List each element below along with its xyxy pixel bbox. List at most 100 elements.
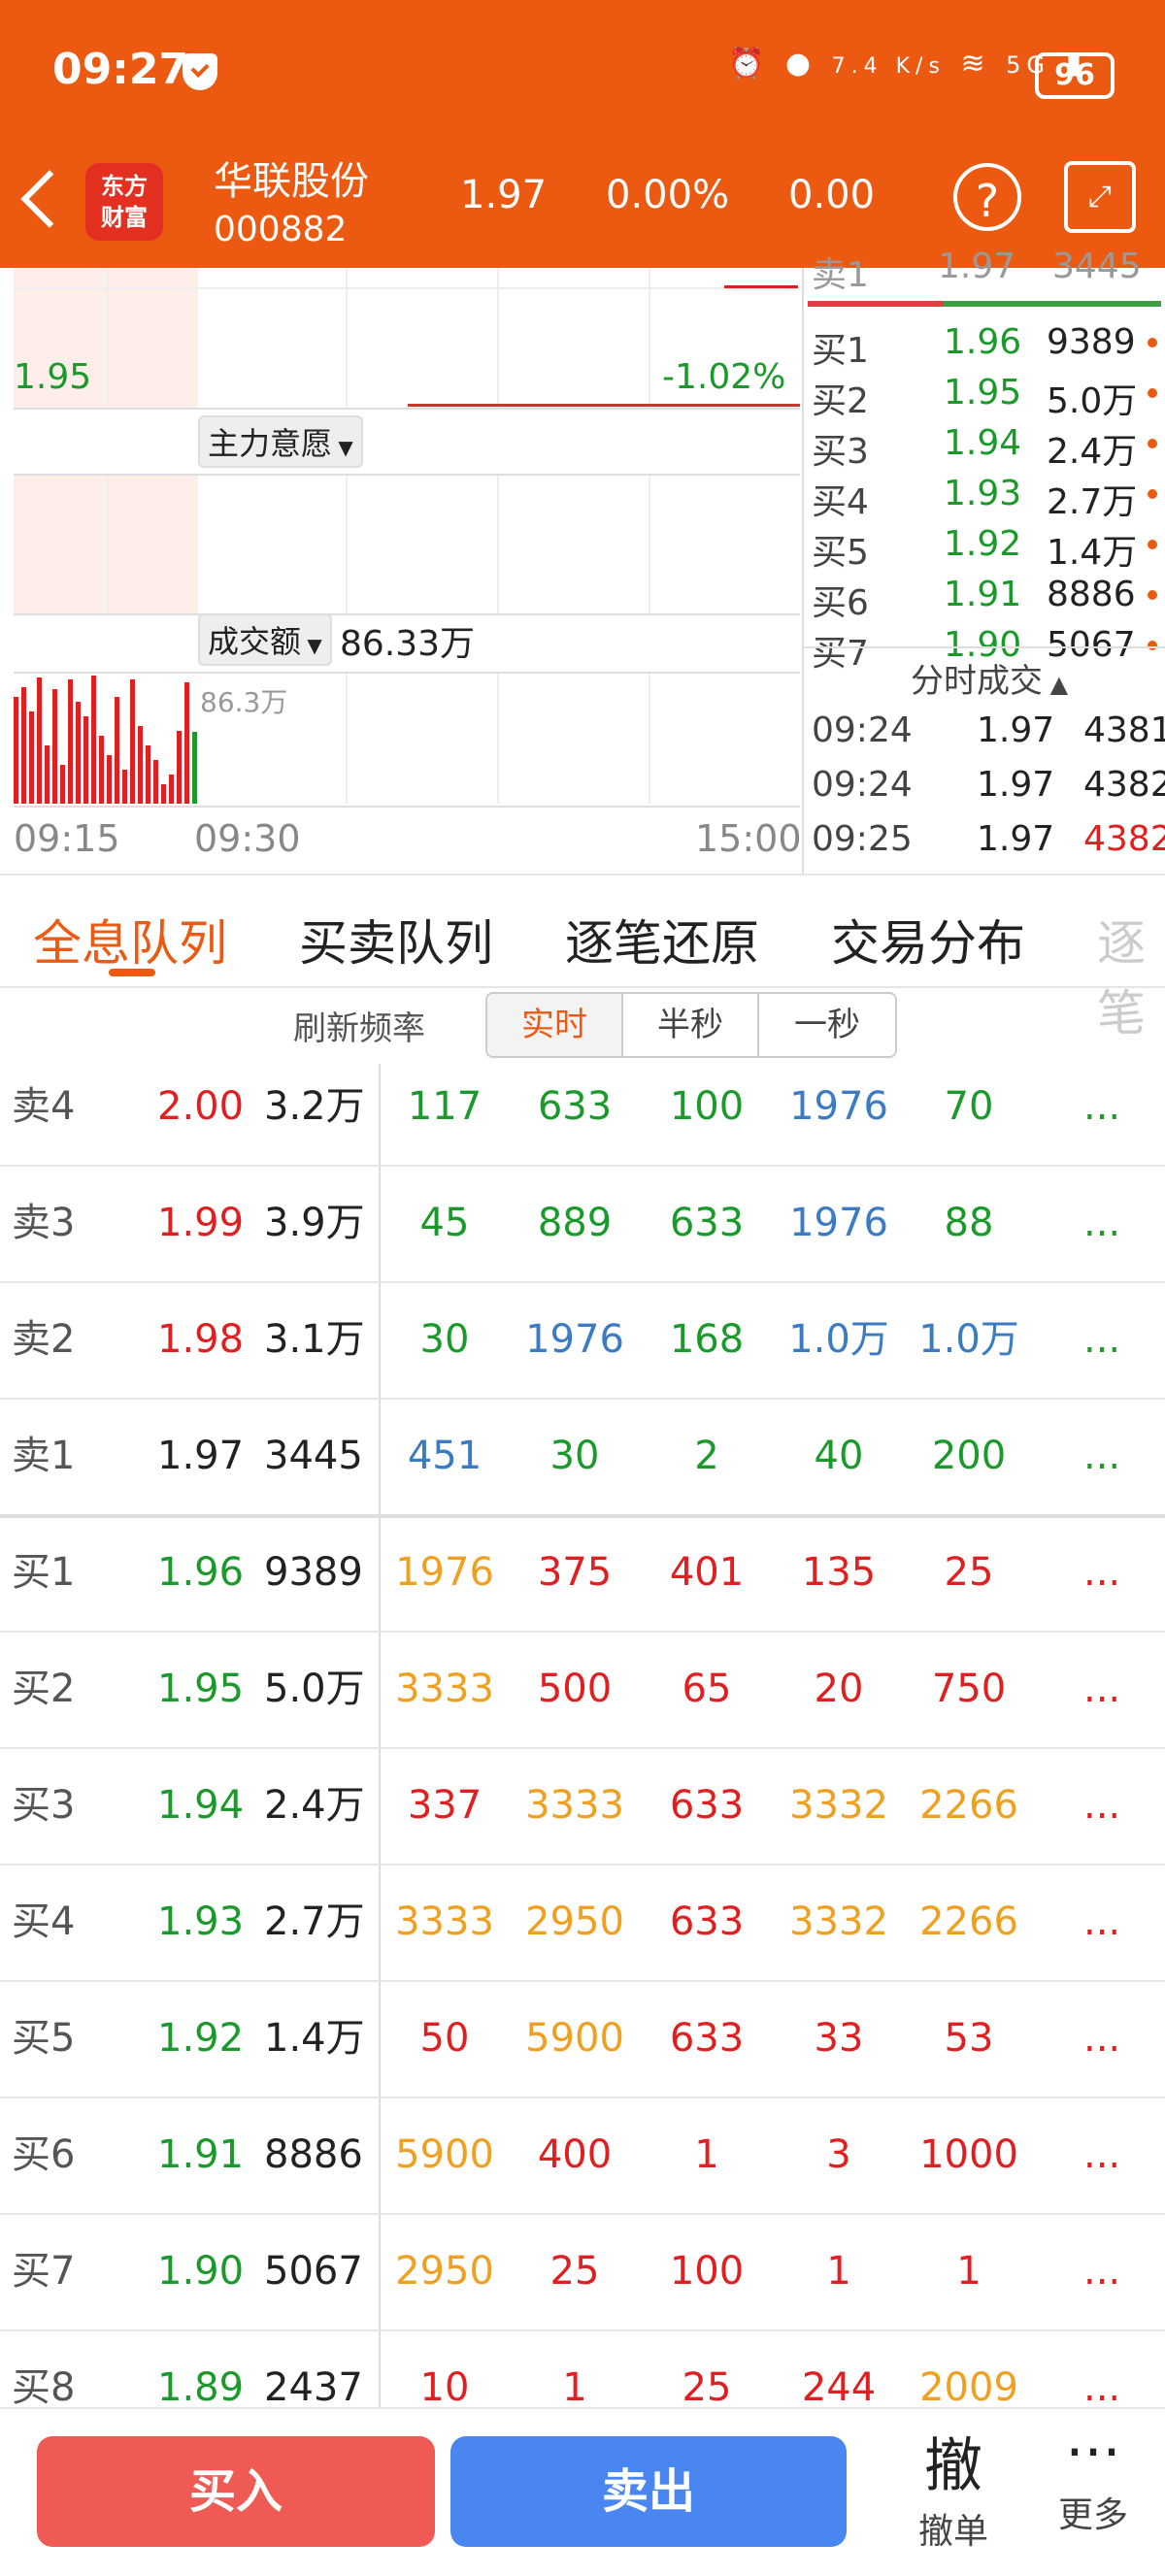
queue-table[interactable]: 卖4 2.00 3.2万 117 633 100 1976 70... 卖3 1.99 3.9万 45… [0, 1064, 1165, 2407]
queue-order[interactable]: 2266 [919, 1747, 1018, 1864]
queue-order[interactable]: 2266 [919, 1864, 1018, 1980]
tab-trade-distribution[interactable]: 交易分布 [831, 905, 1025, 974]
queue-order[interactable]: 25 [550, 2213, 600, 2329]
help-icon[interactable]: ? [953, 163, 1021, 231]
queue-order[interactable]: 10 [420, 2329, 470, 2407]
queue-order[interactable]: 2 [694, 1398, 718, 1514]
queue-row[interactable]: 买6 1.91 8886 5900 400 1 3 1000... [0, 2097, 1165, 2215]
more-button[interactable]: ··· 更多 [1033, 2419, 1153, 2537]
time-share-chart[interactable]: 1.95 -1.02% 主力意愿 ▼ 成交额 ▼ 86.33万 86.3万 09… [0, 268, 802, 874]
queue-order[interactable]: 5900 [395, 2097, 494, 2213]
cancel-order-button[interactable]: 撤 撤单 [893, 2419, 1014, 2554]
queue-order[interactable]: 200 [932, 1398, 1006, 1514]
queue-order[interactable]: 337 [408, 1747, 482, 1864]
queue-more-icon[interactable]: ... [1083, 1514, 1120, 1631]
queue-more-icon[interactable]: ... [1083, 1398, 1120, 1514]
queue-order[interactable]: 88 [945, 1165, 994, 1281]
queue-more-icon[interactable]: ... [1083, 1165, 1120, 1281]
queue-order[interactable]: 1976 [789, 1165, 888, 1281]
queue-order[interactable]: 30 [550, 1398, 600, 1514]
queue-order[interactable]: 168 [670, 1281, 744, 1398]
queue-more-icon[interactable]: ... [1083, 2097, 1120, 2213]
queue-order[interactable]: 53 [945, 1980, 994, 2097]
queue-row[interactable]: 卖2 1.98 3.1万 30 1976 168 1.0万 1.0万... [0, 1281, 1165, 1400]
queue-order[interactable]: 25 [682, 2329, 732, 2407]
queue-order[interactable]: 1 [956, 2213, 981, 2329]
queue-more-icon[interactable]: ... [1083, 2213, 1120, 2329]
queue-order[interactable]: 1 [562, 2329, 586, 2407]
queue-order[interactable]: 3332 [789, 1864, 888, 1980]
queue-order[interactable]: 633 [670, 1864, 744, 1980]
queue-more-icon[interactable]: ... [1083, 1747, 1120, 1864]
queue-order[interactable]: 400 [538, 2097, 612, 2213]
queue-more-icon[interactable]: ... [1083, 1631, 1120, 1747]
queue-order[interactable]: 2950 [395, 2213, 494, 2329]
tab-bid-ask-queue[interactable]: 买卖队列 [299, 905, 493, 974]
queue-order[interactable]: 1.0万 [788, 1281, 889, 1398]
queue-order[interactable]: 40 [815, 1398, 864, 1514]
queue-more-icon[interactable]: ... [1083, 1064, 1120, 1165]
queue-order[interactable]: 30 [420, 1281, 470, 1398]
queue-order[interactable]: 1976 [395, 1514, 494, 1631]
queue-order[interactable]: 3333 [395, 1631, 494, 1747]
queue-order[interactable]: 65 [682, 1631, 732, 1747]
queue-order[interactable]: 100 [670, 1064, 744, 1165]
queue-order[interactable]: 2950 [525, 1864, 624, 1980]
rotate-screen-icon[interactable]: ⤢ [1064, 161, 1136, 233]
buy-button[interactable]: 买入 [37, 2436, 435, 2547]
queue-order[interactable]: 45 [420, 1165, 470, 1281]
queue-order[interactable]: 500 [538, 1631, 612, 1747]
indicator-dropdown-main-force[interactable]: 主力意愿 ▼ [198, 415, 363, 468]
queue-order[interactable]: 1976 [525, 1281, 624, 1398]
queue-order[interactable]: 25 [945, 1514, 994, 1631]
queue-row[interactable]: 买5 1.92 1.4万 50 5900 633 33 53... [0, 1980, 1165, 2098]
queue-row[interactable]: 买4 1.93 2.7万 3333 2950 633 3332 2266... [0, 1864, 1165, 1982]
queue-order[interactable]: 117 [408, 1064, 482, 1165]
queue-more-icon[interactable]: ... [1083, 1864, 1120, 1980]
queue-order[interactable]: 3333 [525, 1747, 624, 1864]
queue-order[interactable]: 633 [670, 1747, 744, 1864]
refresh-option-realtime[interactable]: 实时 [485, 992, 623, 1058]
queue-order[interactable]: 401 [670, 1514, 744, 1631]
queue-order[interactable]: 3333 [395, 1864, 494, 1980]
refresh-option-half-second[interactable]: 半秒 [621, 992, 759, 1058]
queue-row[interactable]: 买2 1.95 5.0万 3333 500 65 20 750... [0, 1631, 1165, 1749]
queue-row[interactable]: 买3 1.94 2.4万 337 3333 633 3332 2266... [0, 1747, 1165, 1866]
queue-order[interactable]: 750 [932, 1631, 1006, 1747]
queue-order[interactable]: 375 [538, 1514, 612, 1631]
queue-order[interactable]: 1000 [919, 2097, 1018, 2213]
queue-more-icon[interactable]: ... [1083, 2329, 1120, 2407]
queue-order[interactable]: 244 [802, 2329, 876, 2407]
queue-order[interactable]: 1976 [789, 1064, 888, 1165]
queue-order[interactable]: 135 [802, 1514, 876, 1631]
tab-tick-restore[interactable]: 逐笔还原 [565, 905, 759, 974]
queue-row[interactable]: 买8 1.89 2437 10 1 25 244 2009... [0, 2329, 1165, 2407]
order-book[interactable]: 卖1 1.97 3445 买1 1.96 9389 买2 1.95 5.0万 买3 1.94 2… [802, 247, 1165, 874]
queue-row[interactable]: 卖4 2.00 3.2万 117 633 100 1976 70... [0, 1064, 1165, 1167]
queue-order[interactable]: 3 [826, 2097, 850, 2213]
queue-order[interactable]: 33 [815, 1980, 864, 2097]
queue-order[interactable]: 20 [815, 1631, 864, 1747]
sell-button[interactable]: 卖出 [450, 2436, 847, 2547]
queue-row[interactable]: 卖1 1.97 3445 451 30 2 40 200... [0, 1398, 1165, 1518]
queue-order[interactable]: 70 [945, 1064, 994, 1165]
refresh-option-one-second[interactable]: 一秒 [757, 992, 897, 1058]
queue-order[interactable]: 633 [670, 1165, 744, 1281]
queue-order[interactable]: 100 [670, 2213, 744, 2329]
queue-order[interactable]: 1 [694, 2097, 718, 2213]
queue-order[interactable]: 633 [670, 1980, 744, 2097]
queue-order[interactable]: 5900 [525, 1980, 624, 2097]
queue-row[interactable]: 买7 1.90 5067 2950 25 100 1 1... [0, 2213, 1165, 2331]
queue-more-icon[interactable]: ... [1083, 1980, 1120, 2097]
queue-order[interactable]: 633 [538, 1064, 612, 1165]
queue-order[interactable]: 1.0万 [918, 1281, 1019, 1398]
queue-more-icon[interactable]: ... [1083, 1281, 1120, 1398]
queue-order[interactable]: 451 [408, 1398, 482, 1514]
ticks-title[interactable]: 分时成交 ▲ [911, 654, 1068, 702]
queue-row[interactable]: 卖3 1.99 3.9万 45 889 633 1976 88... [0, 1165, 1165, 1283]
queue-row[interactable]: 买1 1.96 9389 1976 375 401 135 25... [0, 1514, 1165, 1633]
back-icon[interactable] [20, 170, 79, 228]
queue-order[interactable]: 50 [420, 1980, 470, 2097]
queue-order[interactable]: 889 [538, 1165, 612, 1281]
queue-order[interactable]: 1 [826, 2213, 850, 2329]
